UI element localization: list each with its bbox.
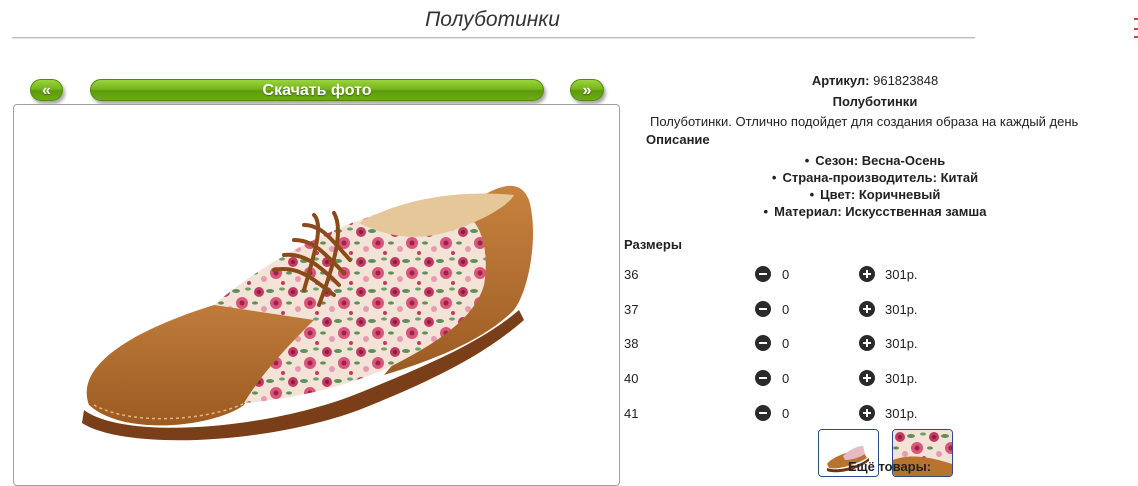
plus-circle-icon[interactable]	[859, 335, 875, 351]
size-number: 36	[624, 267, 639, 282]
size-price: 301р.	[885, 336, 918, 351]
plus-circle-icon[interactable]	[859, 301, 875, 317]
size-number: 41	[624, 406, 639, 421]
title-divider	[12, 37, 975, 39]
article-label: Артикул:	[811, 73, 870, 88]
page-title: Полуботинки	[425, 8, 560, 31]
sizes-heading: Размеры	[624, 237, 682, 252]
property-list: Сезон: Весна-Осень Страна-производитель:…	[620, 153, 1130, 221]
edge-marker	[1134, 16, 1138, 40]
plus-circle-icon[interactable]	[859, 405, 875, 421]
size-row: 38 0 301р.	[624, 334, 944, 354]
minus-circle-icon[interactable]	[755, 405, 771, 421]
property-item: Страна-производитель: Китай	[620, 170, 1130, 187]
minus-circle-icon[interactable]	[755, 370, 771, 386]
size-number: 40	[624, 371, 639, 386]
size-quantity: 0	[782, 267, 790, 282]
size-row: 36 0 301р.	[624, 265, 944, 285]
property-item: Сезон: Весна-Осень	[620, 153, 1130, 170]
size-number: 38	[624, 336, 639, 351]
article-value: 961823848	[873, 73, 939, 88]
plus-circle-icon[interactable]	[859, 370, 875, 386]
property-item: Материал: Искусственная замша	[620, 204, 1130, 221]
article-line: Артикул: 961823848	[620, 73, 1130, 88]
size-price: 301р.	[885, 406, 918, 421]
minus-circle-icon[interactable]	[755, 335, 771, 351]
size-row: 41 0 301р.	[624, 404, 944, 424]
prev-photo-button[interactable]: «	[30, 79, 63, 101]
product-name: Полуботинки	[832, 94, 918, 109]
minus-circle-icon[interactable]	[755, 266, 771, 282]
size-row: 40 0 301р.	[624, 369, 944, 389]
size-price: 301р.	[885, 302, 918, 317]
size-quantity: 0	[782, 302, 790, 317]
minus-circle-icon[interactable]	[755, 301, 771, 317]
plus-circle-icon[interactable]	[859, 266, 875, 282]
size-price: 301р.	[885, 267, 918, 282]
size-number: 37	[624, 302, 639, 317]
size-quantity: 0	[782, 336, 790, 351]
size-quantity: 0	[782, 371, 790, 386]
more-products-label: Ещё товары:	[848, 459, 932, 474]
product-description: Полуботинки. Отлично подойдет для создан…	[650, 114, 1079, 129]
size-row: 37 0 301р.	[624, 300, 944, 320]
product-photo[interactable]	[13, 104, 620, 486]
next-photo-button[interactable]: »	[570, 79, 604, 101]
shoe-image	[82, 185, 534, 441]
property-item: Цвет: Коричневый	[620, 187, 1130, 204]
download-photo-button[interactable]: Скачать фото	[90, 79, 544, 101]
size-quantity: 0	[782, 406, 790, 421]
size-price: 301р.	[885, 371, 918, 386]
description-heading: Описание	[646, 132, 710, 147]
